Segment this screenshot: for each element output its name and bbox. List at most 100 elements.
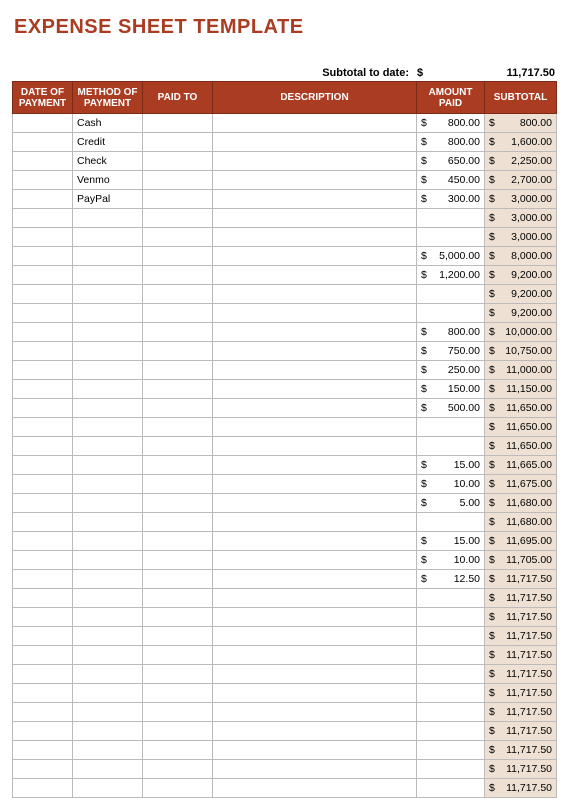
cell-amount[interactable] [417,513,485,532]
cell-date[interactable] [13,608,73,627]
cell-description[interactable] [213,722,417,741]
cell-paid-to[interactable] [143,722,213,741]
cell-description[interactable] [213,532,417,551]
cell-paid-to[interactable] [143,247,213,266]
cell-amount[interactable]: $650.00 [417,152,485,171]
cell-paid-to[interactable] [143,684,213,703]
cell-method[interactable] [73,304,143,323]
cell-method[interactable] [73,589,143,608]
cell-date[interactable] [13,190,73,209]
cell-method[interactable] [73,285,143,304]
cell-paid-to[interactable] [143,494,213,513]
cell-amount[interactable]: $800.00 [417,323,485,342]
cell-paid-to[interactable] [143,513,213,532]
cell-date[interactable] [13,646,73,665]
cell-date[interactable] [13,380,73,399]
cell-description[interactable] [213,608,417,627]
cell-paid-to[interactable] [143,361,213,380]
cell-method[interactable]: Venmo [73,171,143,190]
cell-description[interactable] [213,494,417,513]
cell-description[interactable] [213,437,417,456]
cell-date[interactable] [13,684,73,703]
cell-method[interactable]: Credit [73,133,143,152]
cell-date[interactable] [13,437,73,456]
cell-description[interactable] [213,399,417,418]
cell-date[interactable] [13,209,73,228]
cell-date[interactable] [13,665,73,684]
cell-paid-to[interactable] [143,608,213,627]
cell-method[interactable] [73,342,143,361]
cell-date[interactable] [13,475,73,494]
cell-amount[interactable]: $15.00 [417,456,485,475]
cell-date[interactable] [13,171,73,190]
cell-description[interactable] [213,646,417,665]
cell-amount[interactable] [417,437,485,456]
cell-amount[interactable] [417,646,485,665]
cell-method[interactable] [73,684,143,703]
cell-method[interactable] [73,494,143,513]
cell-date[interactable] [13,589,73,608]
cell-date[interactable] [13,703,73,722]
cell-amount[interactable] [417,589,485,608]
cell-method[interactable] [73,703,143,722]
cell-paid-to[interactable] [143,418,213,437]
cell-method[interactable] [73,551,143,570]
cell-method[interactable] [73,323,143,342]
cell-method[interactable] [73,741,143,760]
cell-method[interactable] [73,418,143,437]
cell-method[interactable] [73,627,143,646]
cell-paid-to[interactable] [143,114,213,133]
cell-description[interactable] [213,551,417,570]
cell-date[interactable] [13,285,73,304]
cell-description[interactable] [213,475,417,494]
cell-amount[interactable] [417,722,485,741]
cell-description[interactable] [213,171,417,190]
cell-method[interactable] [73,665,143,684]
cell-date[interactable] [13,399,73,418]
cell-date[interactable] [13,361,73,380]
cell-paid-to[interactable] [143,266,213,285]
cell-date[interactable] [13,513,73,532]
cell-paid-to[interactable] [143,171,213,190]
cell-method[interactable] [73,532,143,551]
cell-method[interactable] [73,475,143,494]
cell-amount[interactable]: $750.00 [417,342,485,361]
cell-amount[interactable] [417,418,485,437]
cell-method[interactable]: Cash [73,114,143,133]
cell-description[interactable] [213,228,417,247]
cell-amount[interactable] [417,209,485,228]
cell-paid-to[interactable] [143,152,213,171]
cell-amount[interactable]: $800.00 [417,114,485,133]
cell-date[interactable] [13,551,73,570]
cell-date[interactable] [13,722,73,741]
cell-paid-to[interactable] [143,627,213,646]
cell-paid-to[interactable] [143,437,213,456]
cell-paid-to[interactable] [143,380,213,399]
cell-amount[interactable]: $300.00 [417,190,485,209]
cell-method[interactable] [73,646,143,665]
cell-date[interactable] [13,228,73,247]
cell-method[interactable] [73,209,143,228]
cell-description[interactable] [213,513,417,532]
cell-amount[interactable] [417,304,485,323]
cell-amount[interactable]: $10.00 [417,475,485,494]
cell-description[interactable] [213,285,417,304]
cell-amount[interactable] [417,703,485,722]
cell-date[interactable] [13,247,73,266]
cell-date[interactable] [13,760,73,779]
cell-description[interactable] [213,665,417,684]
cell-amount[interactable]: $10.00 [417,551,485,570]
cell-amount[interactable] [417,741,485,760]
cell-date[interactable] [13,418,73,437]
cell-paid-to[interactable] [143,285,213,304]
cell-description[interactable] [213,684,417,703]
cell-date[interactable] [13,779,73,798]
cell-method[interactable] [73,760,143,779]
cell-date[interactable] [13,133,73,152]
cell-description[interactable] [213,361,417,380]
cell-paid-to[interactable] [143,133,213,152]
cell-method[interactable] [73,266,143,285]
cell-amount[interactable] [417,684,485,703]
cell-description[interactable] [213,114,417,133]
cell-description[interactable] [213,779,417,798]
